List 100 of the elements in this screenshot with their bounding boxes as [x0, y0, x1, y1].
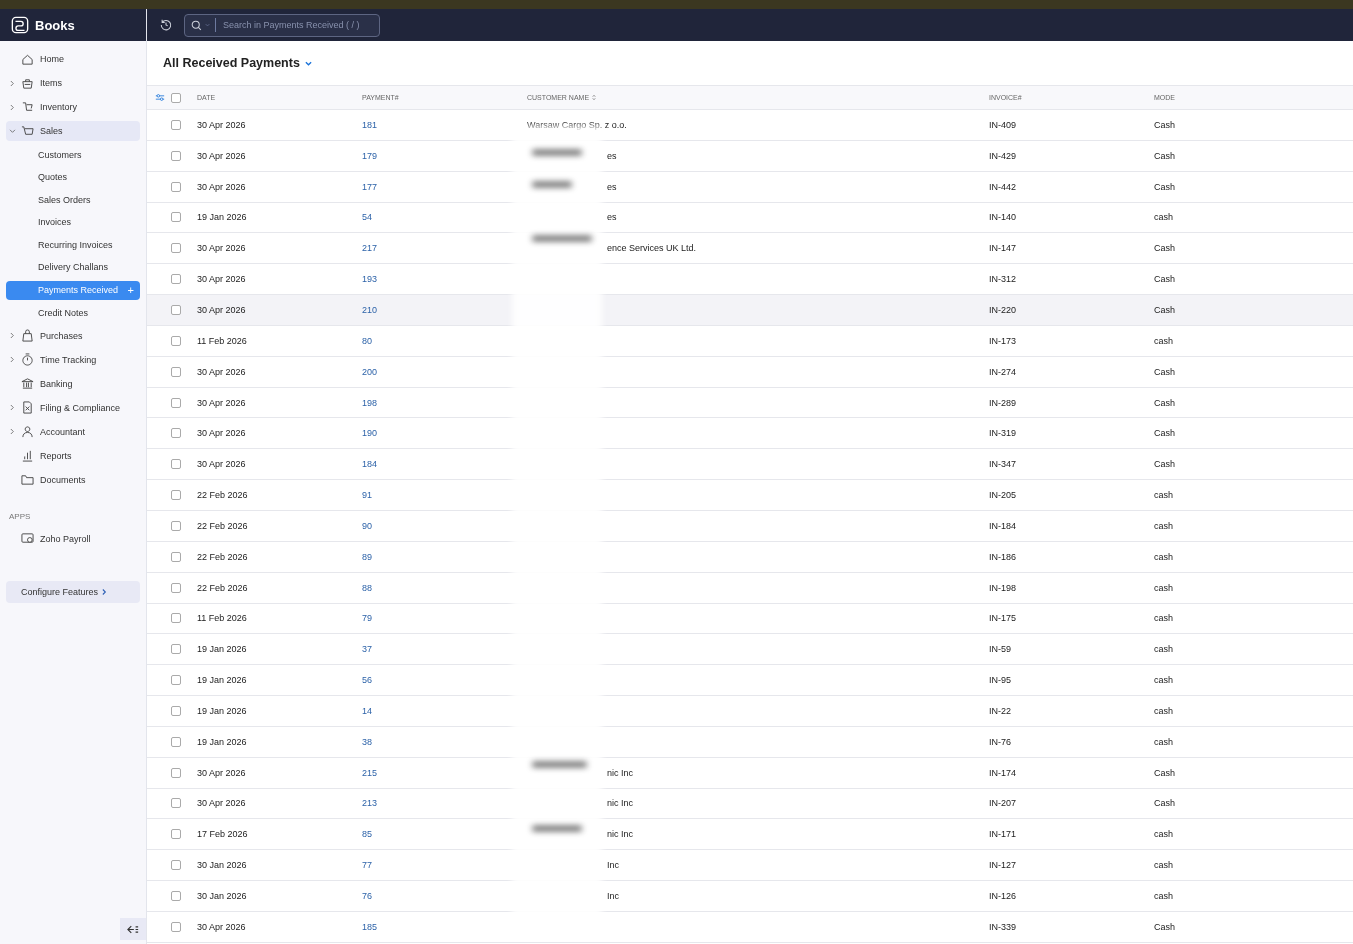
row-checkbox[interactable] — [171, 551, 181, 562]
table-cell: Cash — [1154, 366, 1175, 377]
payment-link[interactable]: 88 — [362, 582, 372, 593]
row-checkbox[interactable] — [171, 212, 181, 223]
nav-subitem[interactable]: Credit Notes — [6, 303, 140, 323]
search-field[interactable]: Search in Payments Received ( / ) — [184, 13, 380, 37]
payment-link[interactable]: 38 — [362, 736, 372, 747]
nav-item[interactable]: Documents — [6, 469, 140, 490]
row-checkbox[interactable] — [171, 428, 181, 439]
row-checkbox[interactable] — [171, 613, 181, 624]
row-checkbox[interactable] — [171, 582, 181, 593]
payment-link[interactable]: 190 — [362, 428, 378, 439]
table-cell: IN-409 — [989, 119, 1016, 130]
row-checkbox[interactable] — [171, 119, 181, 130]
table-cell: cash — [1154, 212, 1173, 223]
table-cell: cash — [1154, 644, 1173, 655]
row-checkbox[interactable] — [171, 675, 181, 686]
nav-item[interactable]: Accountant — [6, 421, 140, 442]
collapse-sidebar-button[interactable] — [120, 918, 146, 940]
table-cell: Cash — [1154, 798, 1175, 809]
nav-subitem[interactable]: Sales Orders — [6, 190, 140, 210]
payment-link[interactable]: 80 — [362, 335, 372, 346]
nav-item[interactable]: Purchases — [6, 325, 140, 346]
payment-link[interactable]: 56 — [362, 675, 372, 686]
table-cell: 30 Apr 2026 — [197, 366, 246, 377]
payment-link[interactable]: 179 — [362, 150, 378, 161]
payment-link[interactable]: 76 — [362, 891, 372, 901]
nav-item[interactable]: Reports — [6, 445, 140, 466]
row-checkbox[interactable] — [171, 305, 181, 315]
row-checkbox[interactable] — [171, 644, 181, 655]
payment-link[interactable]: 37 — [362, 644, 372, 655]
row-checkbox[interactable] — [171, 798, 181, 809]
nav-item[interactable]: Zoho Payroll — [6, 528, 140, 549]
payment-link[interactable]: 181 — [362, 119, 378, 130]
search-icon[interactable] — [191, 19, 202, 31]
search-input[interactable]: Search in Payments Received ( / ) — [221, 19, 379, 31]
nav-item[interactable]: Items — [6, 73, 140, 93]
table-cell: Cash — [1154, 459, 1175, 470]
table-cell: 22 Feb 2026 — [197, 551, 248, 562]
row-checkbox[interactable] — [171, 243, 181, 254]
payment-link[interactable]: 198 — [362, 397, 378, 408]
sort-icon[interactable] — [592, 94, 597, 101]
payment-link[interactable]: 85 — [362, 829, 372, 840]
row-checkbox[interactable] — [171, 705, 181, 716]
payment-link[interactable]: 210 — [362, 305, 378, 315]
configure-features-button[interactable]: Configure Features — [6, 580, 140, 603]
row-checkbox[interactable] — [171, 490, 181, 501]
select-all-checkbox[interactable] — [171, 92, 181, 103]
row-checkbox[interactable] — [171, 829, 181, 840]
table-cell: nic Inc — [607, 767, 633, 778]
table-cell: 22 Feb 2026 — [197, 582, 248, 593]
nav-item[interactable]: Banking — [6, 373, 140, 394]
row-checkbox[interactable] — [171, 860, 181, 871]
caret-icon[interactable] — [304, 60, 312, 66]
nav-subitem[interactable]: Invoices — [6, 212, 140, 232]
nav-item[interactable]: Filing & Compliance — [6, 397, 140, 418]
row-checkbox[interactable] — [171, 891, 181, 901]
payment-link[interactable]: 193 — [362, 274, 378, 285]
columns-settings-icon[interactable] — [155, 93, 165, 102]
payment-link[interactable]: 213 — [362, 798, 378, 809]
row-checkbox[interactable] — [171, 181, 181, 192]
history-icon[interactable] — [160, 19, 172, 31]
payment-link[interactable]: 79 — [362, 613, 372, 624]
row-checkbox[interactable] — [171, 150, 181, 161]
row-checkbox[interactable] — [171, 274, 181, 285]
row-checkbox[interactable] — [171, 767, 181, 778]
nav-item[interactable]: Sales — [6, 121, 140, 141]
nav-item[interactable]: Home — [6, 49, 140, 69]
row-checkbox[interactable] — [171, 397, 181, 408]
view-title[interactable]: All Received Payments — [163, 56, 300, 70]
payment-link[interactable]: 91 — [362, 490, 372, 501]
row-checkbox[interactable] — [171, 366, 181, 377]
payment-link[interactable]: 14 — [362, 705, 372, 716]
row-checkbox[interactable] — [171, 921, 181, 932]
nav-subitem[interactable]: Delivery Challans — [6, 257, 140, 277]
payment-link[interactable]: 200 — [362, 366, 378, 377]
table-row[interactable]: 30 Apr 2026 210 IN-220 Cash — [147, 295, 1353, 326]
table-cell: 30 Jan 2026 — [197, 891, 247, 901]
nav-subitem[interactable]: Recurring Invoices — [6, 235, 140, 255]
payment-link[interactable]: 89 — [362, 551, 372, 562]
payment-link[interactable]: 217 — [362, 243, 378, 254]
nav-item[interactable]: Inventory — [6, 97, 140, 117]
nav-subitem[interactable]: Customers — [6, 145, 140, 164]
row-checkbox[interactable] — [171, 335, 181, 346]
nav-subitem[interactable]: Quotes — [6, 167, 140, 187]
nav-item[interactable]: Time Tracking — [6, 349, 140, 370]
payment-link[interactable]: 215 — [362, 767, 378, 778]
payment-link[interactable]: 184 — [362, 459, 378, 470]
payment-link[interactable]: 177 — [362, 181, 378, 192]
payment-link[interactable]: 77 — [362, 860, 372, 871]
table-cell: 30 Apr 2026 — [197, 798, 246, 809]
row-checkbox[interactable] — [171, 520, 181, 531]
row-checkbox[interactable] — [171, 459, 181, 470]
payment-link[interactable]: 90 — [362, 520, 372, 531]
payment-link[interactable]: 185 — [362, 921, 378, 932]
table-cell: Inc — [607, 860, 619, 871]
row-checkbox[interactable] — [171, 736, 181, 747]
nav-icon — [21, 76, 34, 90]
table-cell: IN-76 — [989, 736, 1011, 747]
payment-link[interactable]: 54 — [362, 212, 372, 223]
